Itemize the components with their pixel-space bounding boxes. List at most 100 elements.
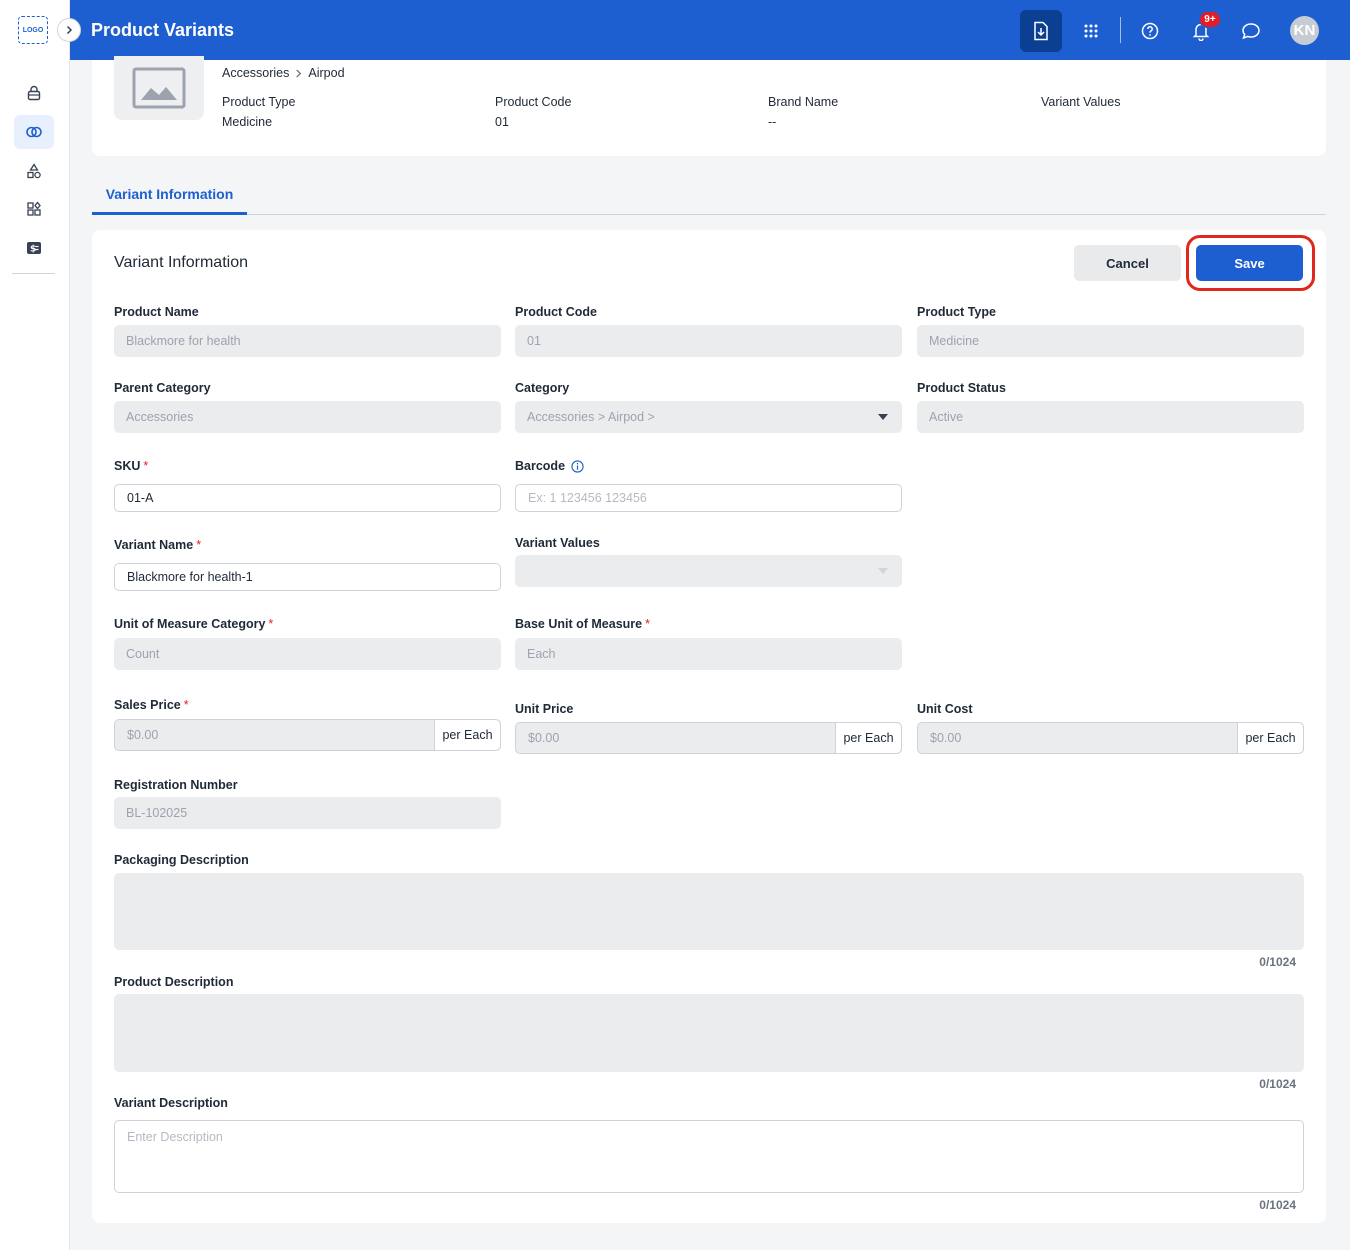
parent-category-label: Parent Category [114, 381, 211, 395]
nav-shapes[interactable] [14, 154, 54, 188]
nav-widgets[interactable] [14, 192, 54, 226]
sales-price-unit: per Each [434, 720, 500, 750]
variant-values-label: Variant Values [515, 536, 600, 550]
unit-price-value: $0.00 [528, 731, 560, 745]
top-header: Product Variants 9+ KN [70, 0, 1350, 60]
required-marker: * [196, 538, 202, 552]
unit-cost-value: $0.00 [930, 731, 962, 745]
nav-products[interactable] [14, 76, 54, 110]
svg-text:$: $ [30, 245, 36, 255]
breadcrumb-item-accessories[interactable]: Accessories [222, 66, 289, 80]
widgets-icon [27, 201, 41, 216]
left-rail: LOGO $ [0, 0, 81, 1250]
summary-label: Product Code [495, 95, 572, 109]
rail-divider [12, 273, 55, 274]
tab-variant-information[interactable]: Variant Information [92, 176, 247, 215]
base-uom-label-text: Base Unit of Measure [515, 617, 643, 631]
user-avatar[interactable]: KN [1290, 16, 1319, 45]
required-marker: * [645, 617, 650, 631]
variant-name-input[interactable]: Blackmore for health-1 [114, 563, 501, 591]
chat-button[interactable] [1230, 10, 1272, 52]
summary-label: Brand Name [768, 95, 839, 109]
sku-input[interactable]: 01-A [114, 484, 501, 512]
category-select: Accessories > Airpod > [515, 401, 902, 433]
summary-label: Variant Values [1041, 95, 1121, 109]
unit-cost-label: Unit Cost [917, 702, 973, 716]
export-button[interactable] [1020, 10, 1062, 52]
breadcrumb: Accessories Airpod [222, 66, 345, 80]
sales-price-label: Sales Price * [114, 698, 189, 712]
variant-values-select[interactable] [515, 555, 902, 587]
summary-label: Product Type [222, 95, 296, 109]
unit-price-unit: per Each [835, 723, 901, 753]
sku-label-text: SKU [114, 459, 141, 473]
product-code-field: 01 [515, 325, 902, 357]
packaging-description-label: Packaging Description [114, 853, 249, 867]
registration-number-label: Registration Number [114, 778, 238, 792]
save-button[interactable]: Save [1196, 245, 1303, 281]
unit-price-label: Unit Price [515, 702, 574, 716]
product-status-field: Active [917, 401, 1304, 433]
sales-price-label-text: Sales Price [114, 698, 181, 712]
summary-value: 01 [495, 115, 509, 129]
uom-category-label-text: Unit of Measure Category [114, 617, 266, 631]
registration-number-field: BL-102025 [114, 797, 501, 829]
nav-variants[interactable] [14, 115, 54, 149]
category-label: Category [515, 381, 570, 395]
caret-down-icon [878, 568, 888, 574]
summary-value: Medicine [222, 115, 273, 129]
variant-description-counter: 0/1024 [1259, 1198, 1296, 1212]
tab-bar: Variant Information [92, 176, 1326, 215]
apps-menu-button[interactable] [1070, 10, 1112, 52]
packaging-description-counter: 0/1024 [1259, 955, 1296, 969]
product-description-field [114, 994, 1304, 1072]
summary-variant-values: Variant Values [1041, 95, 1120, 115]
product-description-label: Product Description [114, 975, 234, 989]
app-logo: LOGO [18, 16, 48, 44]
expand-rail-button[interactable] [57, 18, 81, 42]
summary-product-type: Product Type Medicine [222, 95, 295, 129]
variant-description-label: Variant Description [114, 1096, 228, 1110]
chevron-right-icon [296, 68, 302, 78]
unit-cost-field: $0.00 per Each [917, 722, 1304, 754]
shapes-icon [27, 163, 41, 179]
barcode-input[interactable]: Ex: 1 123456 123456 [515, 484, 902, 512]
variant-description-input[interactable]: Enter Description [114, 1120, 1304, 1193]
required-marker: * [183, 698, 189, 712]
header-separator [1120, 17, 1121, 43]
base-uom-label: Base Unit of Measure * [515, 617, 650, 631]
form-heading: Variant Information [114, 254, 248, 271]
parent-category-field: Accessories [114, 401, 501, 433]
variant-name-label-text: Variant Name [114, 538, 194, 552]
product-description-counter: 0/1024 [1259, 1077, 1296, 1091]
cancel-button[interactable]: Cancel [1074, 245, 1181, 281]
notification-badge: 9+ [1199, 11, 1221, 28]
product-type-field: Medicine [917, 325, 1304, 357]
required-marker: * [143, 459, 149, 473]
file-download-icon [1034, 21, 1048, 41]
product-name-field: Blackmore for health [114, 325, 501, 357]
product-summary-card: Accessories Airpod Product Type Medicine… [92, 56, 1326, 156]
sales-price-field: $0.00 per Each [114, 719, 501, 751]
barcode-label: Barcode [515, 459, 584, 473]
price-tag-icon: $ [27, 242, 41, 255]
barcode-label-text: Barcode [515, 459, 566, 473]
unit-price-field: $0.00 per Each [515, 722, 902, 754]
required-marker: * [268, 617, 274, 631]
info-icon [571, 460, 584, 473]
variant-form-card: Variant Information Cancel Save Product … [92, 230, 1326, 1223]
summary-brand-name: Brand Name -- [768, 95, 838, 129]
chat-bubble-icon [1242, 23, 1260, 40]
variant-name-label: Variant Name * [114, 538, 201, 552]
product-status-label: Product Status [917, 381, 1006, 395]
packaging-description-field [114, 873, 1304, 950]
nav-pricing[interactable]: $ [14, 231, 54, 265]
caret-down-icon [878, 414, 888, 420]
product-code-label: Product Code [515, 305, 597, 319]
summary-value: -- [768, 115, 777, 129]
linked-circles-icon [26, 126, 42, 138]
help-button[interactable] [1129, 10, 1171, 52]
summary-product-code: Product Code 01 [495, 95, 571, 129]
product-image-placeholder [114, 56, 204, 120]
breadcrumb-item-airpod: Airpod [308, 66, 345, 80]
